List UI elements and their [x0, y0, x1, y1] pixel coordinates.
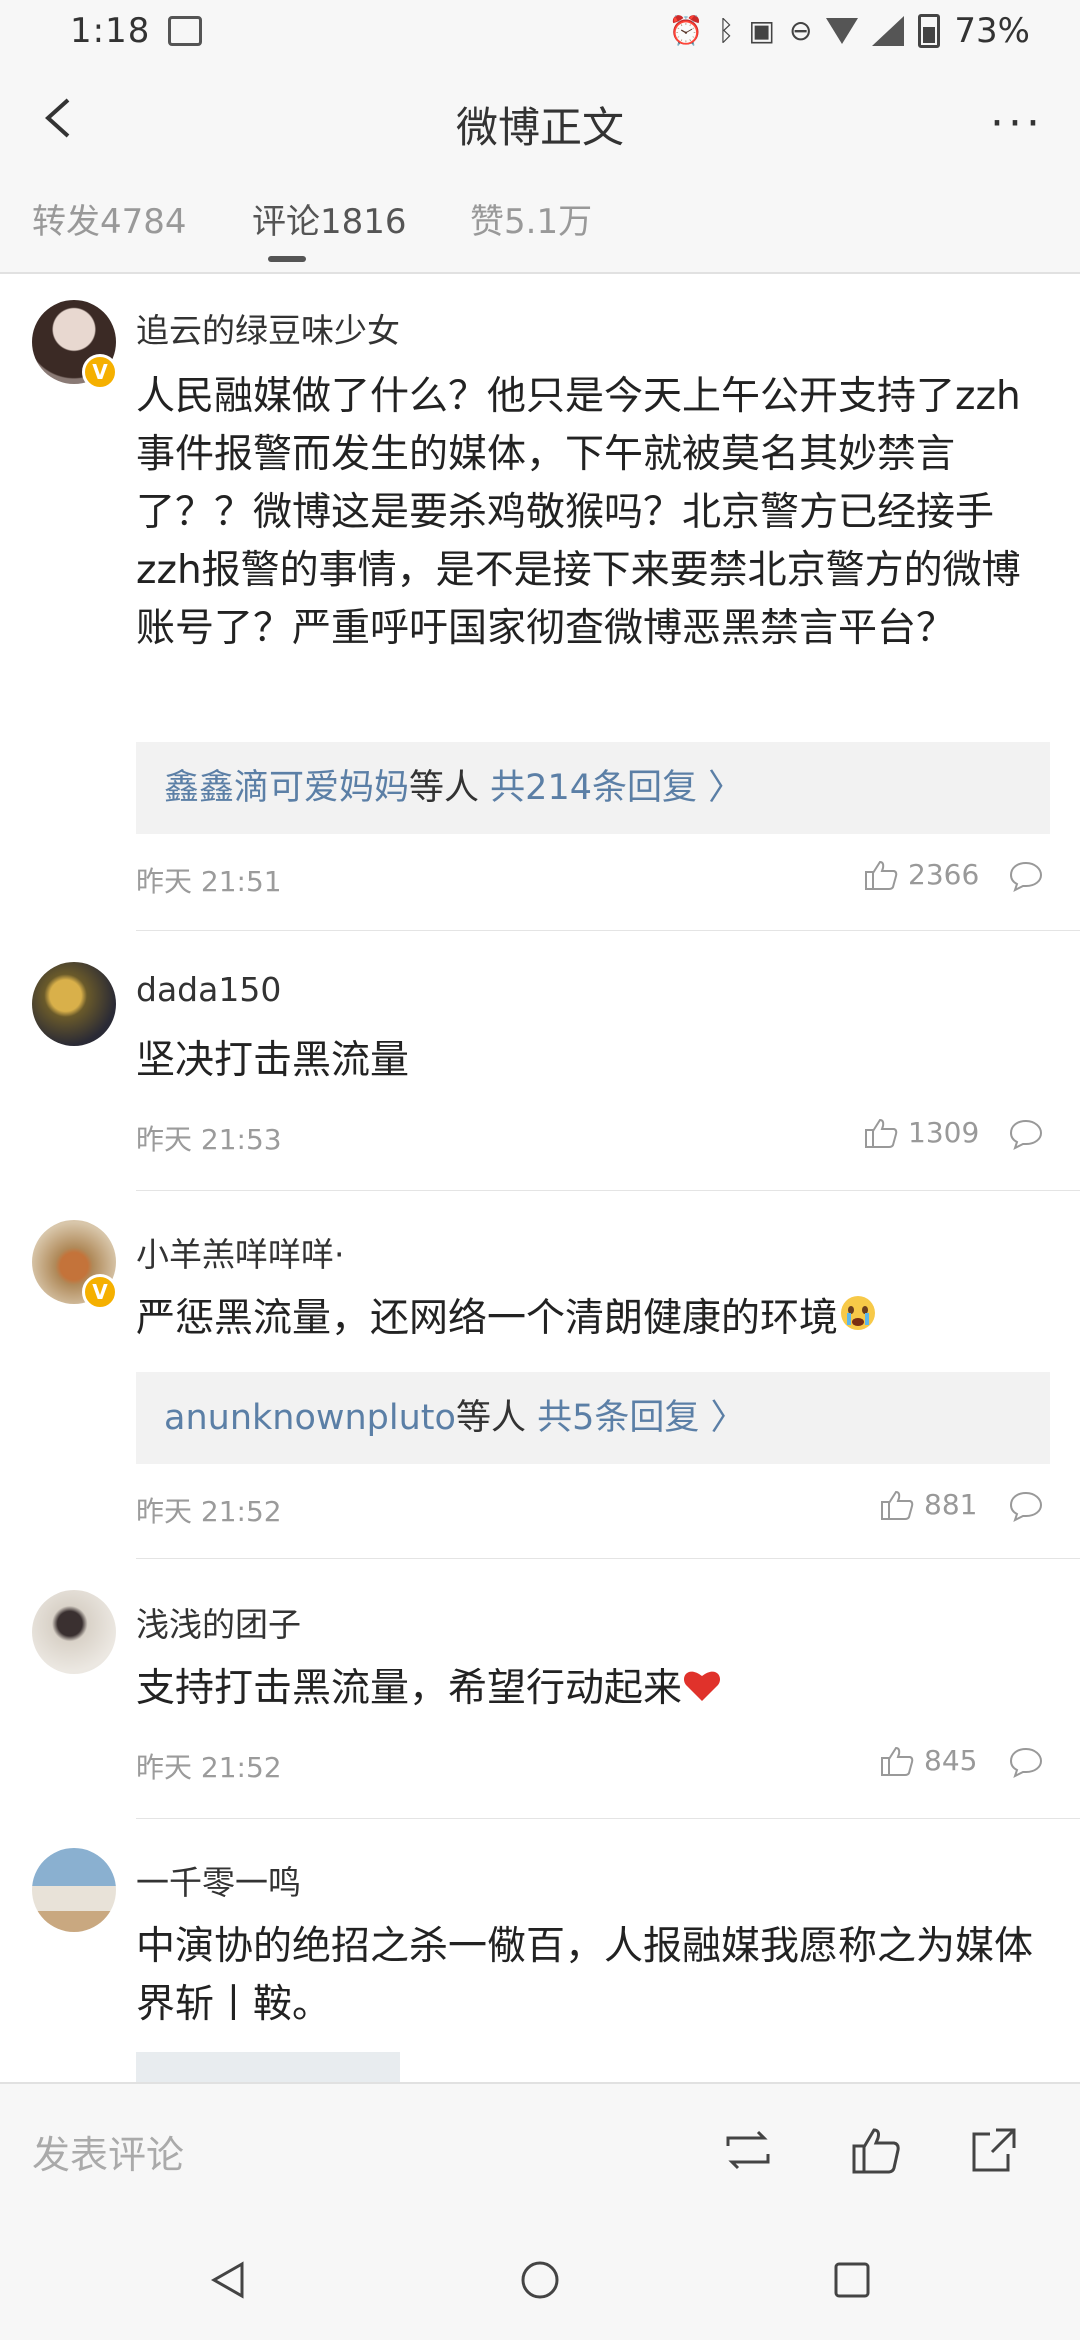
page-title: 微博正文: [455, 103, 624, 152]
more-options-icon[interactable]: ···: [990, 98, 1044, 149]
tab-bar: 转发4784 评论1816 赞5.1万: [0, 178, 1080, 274]
home-nav-icon[interactable]: [518, 2258, 562, 2302]
reply-comment-icon[interactable]: [1008, 1490, 1044, 1522]
comment-time: 昨天 21:52: [136, 1495, 282, 1528]
comment-username[interactable]: dada150: [136, 970, 281, 1009]
reply-comment-icon[interactable]: [1008, 1118, 1044, 1150]
thumbs-up-icon[interactable]: [850, 2124, 902, 2176]
battery-percent: 73%: [954, 11, 1030, 51]
divider: [136, 1190, 1080, 1191]
battery-icon: [918, 14, 941, 48]
tab-active-indicator: [268, 256, 306, 262]
comment-text-content: 严惩黑流量，还网络一个清朗健康的环境: [136, 1296, 839, 1341]
image-notification-icon: [168, 16, 203, 46]
divider: [136, 1558, 1080, 1559]
like-count: 881: [924, 1488, 978, 1521]
repost-icon[interactable]: [722, 2124, 774, 2176]
avatar[interactable]: [32, 962, 116, 1046]
like-count: 2366: [908, 858, 980, 891]
reply-comment-icon[interactable]: [1008, 1746, 1044, 1778]
dnd-icon: ⊖: [788, 14, 813, 47]
share-icon[interactable]: [968, 2124, 1020, 2176]
alarm-icon: ⏰: [668, 14, 704, 47]
like-button[interactable]: 881: [880, 1488, 977, 1521]
reply-user[interactable]: 鑫鑫滴可爱妈妈: [164, 768, 409, 808]
chevron-right-icon: 〉: [710, 1398, 746, 1438]
reply-summary[interactable]: anunknownpluto等人 共5条回复 〉: [136, 1372, 1050, 1464]
like-button[interactable]: 1309: [864, 1116, 979, 1149]
comment-text: 严惩黑流量，还网络一个清朗健康的环境: [136, 1290, 1056, 1350]
divider: [136, 1818, 1080, 1819]
back-nav-icon[interactable]: [206, 2258, 250, 2302]
wifi-icon: [826, 18, 859, 44]
comment-username[interactable]: 小羊羔咩咩咩·: [136, 1228, 345, 1276]
comment-text: 坚决打击黑流量: [136, 1038, 410, 1083]
thumbs-up-icon: [881, 1490, 914, 1520]
bluetooth-icon: ᛒ: [717, 14, 735, 47]
like-count: 845: [924, 1744, 978, 1777]
thumbs-up-icon: [865, 1118, 898, 1148]
nfc-icon: ▣: [748, 14, 775, 47]
comment-text: 中演协的绝招之杀一儆百，人报融媒我愿称之为媒体界斩丨鞍。: [136, 1924, 1034, 2027]
avatar[interactable]: [32, 1848, 116, 1932]
verified-badge-icon: V: [82, 1274, 118, 1310]
thumbs-up-icon: [865, 860, 898, 890]
reply-mid: 等人: [455, 1398, 526, 1438]
status-time: 1:18: [70, 11, 151, 51]
comment-username[interactable]: 浅浅的团子: [136, 1598, 301, 1646]
like-button[interactable]: 845: [880, 1744, 977, 1777]
crying-emoji-icon: [838, 1292, 878, 1350]
comment-username[interactable]: 一千零一鸣: [136, 1856, 301, 1904]
avatar[interactable]: [32, 1590, 116, 1674]
recents-nav-icon[interactable]: [830, 2258, 874, 2302]
comment-image-thumbnail[interactable]: [136, 2052, 400, 2082]
tab-reposts[interactable]: 转发4784: [32, 194, 187, 243]
reply-count[interactable]: 共214条回复: [490, 768, 697, 808]
like-count: 1309: [908, 1116, 980, 1149]
chevron-right-icon: 〉: [708, 768, 744, 808]
heart-emoji-icon: [682, 1662, 722, 1720]
comment-time: 昨天 21:52: [136, 1751, 282, 1784]
thumbs-up-icon: [881, 1746, 914, 1776]
comment-text: 人民融媒做了什么？他只是今天上午公开支持了zzh事件报警而发生的媒体，下午就被莫…: [136, 374, 1021, 651]
signal-icon: [872, 16, 905, 46]
comment-time: 昨天 21:53: [136, 1123, 282, 1156]
comment-text: 支持打击黑流量，希望行动起来: [136, 1660, 1056, 1720]
reply-count[interactable]: 共5条回复: [537, 1398, 699, 1438]
reply-summary[interactable]: 鑫鑫滴可爱妈妈等人 共214条回复 〉: [136, 742, 1050, 834]
verified-badge-icon: V: [82, 354, 118, 390]
tab-comments[interactable]: 评论1816: [252, 194, 407, 243]
reply-user[interactable]: anunknownpluto: [164, 1398, 456, 1438]
divider: [136, 930, 1080, 931]
comment-text-content: 支持打击黑流量，希望行动起来: [136, 1666, 683, 1711]
bottom-action-bar: 发表评论: [0, 2082, 1080, 2220]
like-button[interactable]: 2366: [864, 858, 979, 891]
comment-time: 昨天 21:51: [136, 865, 282, 898]
tab-likes[interactable]: 赞5.1万: [470, 194, 592, 243]
navigation-bar: 微博正文 ···: [0, 62, 1080, 179]
system-navigation-bar: [0, 2216, 1080, 2340]
comment-input[interactable]: 发表评论: [32, 2124, 184, 2179]
reply-comment-icon[interactable]: [1008, 860, 1044, 892]
status-bar: 1:18 ⏰ ᛒ ▣ ⊖ 73%: [0, 0, 1080, 62]
reply-mid: 等人: [409, 768, 480, 808]
comment-username[interactable]: 追云的绿豆味少女: [136, 304, 400, 352]
